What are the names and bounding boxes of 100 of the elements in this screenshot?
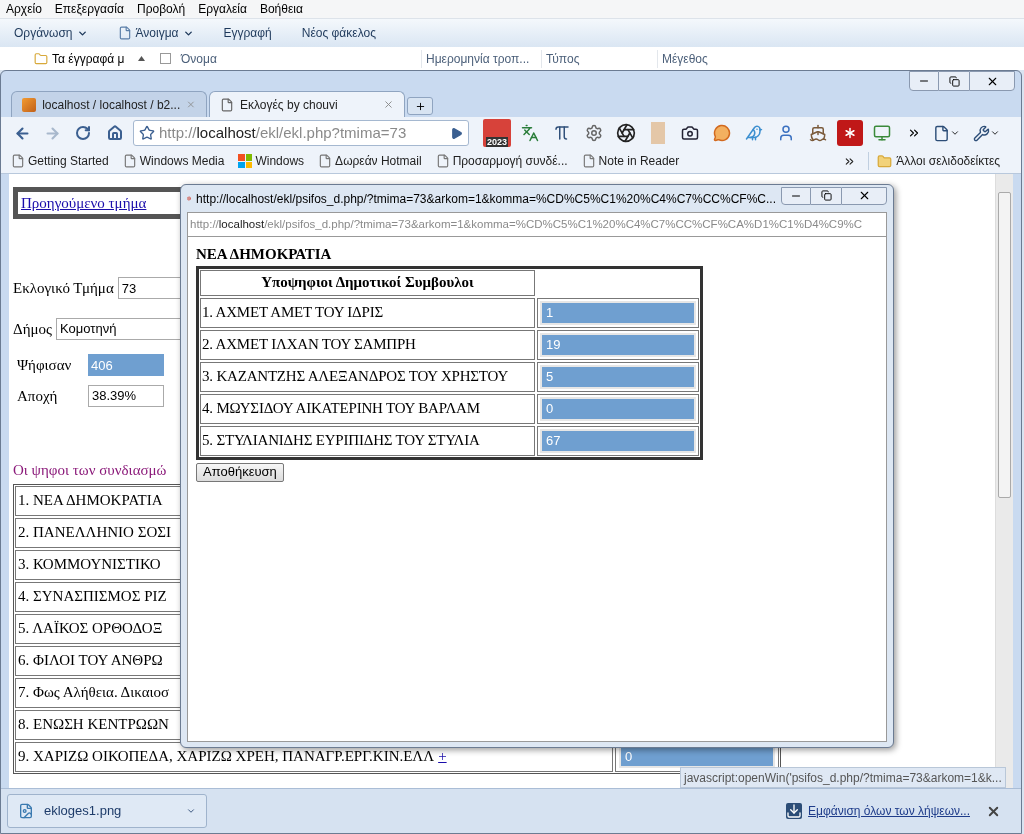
camera-glyph-icon bbox=[681, 124, 699, 142]
plus-icon bbox=[414, 100, 426, 112]
field-label: Δήμος bbox=[13, 319, 52, 339]
minimize-button[interactable] bbox=[781, 186, 811, 205]
go-icon[interactable] bbox=[450, 126, 463, 140]
page-icon bbox=[318, 154, 333, 168]
url-text: http://localhost/ekl/ekl.php?tmima=73 bbox=[159, 122, 408, 143]
folder-icon bbox=[34, 51, 48, 66]
party-name: 2. ΠΑΝΕΛΛΗΝΙΟ ΣΟΣΙ bbox=[18, 523, 171, 543]
asterisk-button[interactable] bbox=[837, 120, 863, 146]
page-icon bbox=[435, 154, 450, 168]
restore-icon bbox=[948, 75, 960, 87]
windows-logo-icon bbox=[238, 154, 253, 168]
page-icon bbox=[581, 154, 596, 168]
column-header[interactable]: Όνομα bbox=[181, 49, 421, 68]
url-text: http://localhost/ekl/psifos_d.php/?tmima=73&arkom=1&komma=%CD%C5%C1%20%C4%C7%CC%CF%CA%D1%C1%D4%C9%C bbox=[190, 216, 863, 232]
menu-item[interactable]: Επεξεργασία bbox=[54, 0, 124, 18]
party-heading: ΝΕΑ ΔΗΜΟΚΡΑΤΙΑ bbox=[196, 245, 333, 264]
close-button[interactable] bbox=[969, 71, 1015, 91]
close-button[interactable] bbox=[841, 186, 887, 205]
calendar-extension-icon[interactable]: 2023 bbox=[483, 119, 511, 147]
column-header[interactable]: Τύπος bbox=[541, 49, 657, 68]
aperture-glyph-icon bbox=[616, 123, 636, 143]
field-label: Ψήφισαν bbox=[17, 356, 73, 375]
reload-icon bbox=[75, 125, 91, 141]
toolbar-button[interactable]: Εγγραφή bbox=[223, 24, 272, 42]
candidate-name: 5. ΣΤΥΛΙΑΝΙΔΗΣ ΕΥΡΙΠΙΔΗΣ ΤΟΥ ΣΤΥΛΙΑ bbox=[200, 425, 535, 456]
page-icon bbox=[933, 124, 950, 142]
notepad-icon bbox=[117, 26, 132, 40]
maximize-button[interactable] bbox=[811, 186, 841, 205]
monitor-glyph-icon bbox=[873, 124, 891, 142]
menu-item[interactable]: Αρχείο bbox=[6, 0, 42, 18]
restore-icon bbox=[820, 190, 832, 201]
menu-item[interactable]: Εργαλεία bbox=[198, 0, 247, 18]
minimize-button[interactable] bbox=[909, 71, 939, 91]
scrollbar-thumb[interactable] bbox=[998, 192, 1011, 498]
bird-glyph-icon bbox=[745, 124, 763, 142]
window-title: http://localhost/ekl/psifos_d.php/?tmima=73&arkom=1&komma=%CD%C5%C1%20%C4%C7%CC%CF%C... bbox=[196, 190, 776, 208]
table-header: Υποψηφιοι Δημοτικοί Συμβουλοι bbox=[200, 269, 535, 296]
menu-item[interactable]: Βοήθεια bbox=[259, 0, 303, 18]
tab-title: localhost / localhost / b2... bbox=[42, 96, 181, 114]
close-tab-icon[interactable] bbox=[383, 99, 394, 110]
party-name: 4. ΣΥΝΑΣΠΙΣΜΟΣ ΡΙΖ bbox=[18, 587, 167, 607]
pi-glyph-icon bbox=[553, 124, 571, 142]
toolbar-button[interactable]: Νέος φάκελος bbox=[301, 24, 376, 42]
home-icon bbox=[107, 125, 123, 141]
toolbar-button[interactable]: Άνοιγμα bbox=[117, 24, 194, 42]
maximize-button[interactable] bbox=[939, 71, 969, 91]
download-icon bbox=[786, 803, 803, 819]
folder-icon bbox=[877, 153, 893, 169]
bookmark-strip-glyph-icon bbox=[651, 122, 665, 144]
party-name: 8. ΕΝΩΣΗ ΚΕΝΤΡΩΩΝ bbox=[18, 715, 169, 735]
more-chevron-glyph-icon bbox=[907, 126, 921, 140]
bookmark[interactable]: Windows bbox=[238, 152, 305, 170]
add-link[interactable]: + bbox=[438, 745, 447, 768]
column-header[interactable]: Μέγεθος bbox=[657, 49, 737, 68]
sort-up-icon bbox=[138, 56, 145, 61]
toolbar-button[interactable]: Οργάνωση bbox=[14, 24, 88, 42]
other-bookmarks[interactable]: Άλλοι σελιδοδείκτες bbox=[868, 152, 1001, 170]
star-icon[interactable] bbox=[139, 125, 155, 141]
page-icon bbox=[122, 154, 137, 168]
gear-glyph-icon bbox=[585, 124, 603, 142]
figure-glyph-icon bbox=[777, 124, 795, 142]
party-name: 3. ΚΟΜΜΟΥΝΙΣΤΙΚΟ bbox=[18, 555, 161, 575]
column-header[interactable]: Ημερομηνία τροπ... bbox=[421, 49, 541, 68]
address-bar[interactable]: http://localhost/ekl/ekl.php?tmima=73 bbox=[133, 120, 469, 146]
show-all-downloads-link[interactable]: Εμφάνιση όλων των λήψεων... bbox=[808, 802, 970, 820]
party-name: 9. ΧΑΡΙΖΩ ΟΙΚΟΠΕΔΑ, ΧΑΡΙΖΩ ΧΡΕΗ, ΠΑΝΑΓΡ.ΕΡΓ.ΚΙΝ.ΕΛΛ bbox=[18, 747, 435, 767]
sailboat-logo-icon bbox=[22, 97, 37, 112]
translate-glyph-icon bbox=[521, 124, 539, 142]
bookmark[interactable]: Δωρεάν Hotmail bbox=[318, 152, 422, 170]
checkbox-icon bbox=[160, 53, 171, 64]
menu-item[interactable]: Προβολή bbox=[136, 0, 186, 18]
page-icon bbox=[11, 154, 25, 168]
input-field[interactable]: 38.39% bbox=[88, 384, 164, 407]
candidate-name: 4. ΜΩΥΣΙΔΟΥ ΑΙΚΑΤΕΡΙΝΗ ΤΟΥ ΒΑΡΛΑΜ bbox=[200, 393, 535, 424]
bookmark[interactable]: Windows Media bbox=[122, 152, 225, 170]
new-tab-button[interactable] bbox=[407, 97, 433, 115]
status-tooltip: javascript:openWin('psifos_d.php/?tmima=73&arkom=1&k... bbox=[680, 767, 1006, 788]
party-name: 7. Φως Αλήθεια. Δικαιοσ bbox=[18, 683, 170, 703]
caret-icon bbox=[990, 128, 1000, 138]
party-name: 6. ΦΙΛΟΙ ΤΟΥ ΑΝΘΡΩ bbox=[18, 651, 163, 671]
sidebar-item[interactable]: Τα έγγραφά μ bbox=[52, 49, 138, 68]
caret-icon bbox=[950, 128, 960, 138]
browser-tab[interactable]: localhost / localhost / b2... bbox=[11, 91, 207, 117]
bookmark[interactable]: Getting Started bbox=[11, 152, 109, 170]
candidate-name: 3. ΚΑΖΑΝΤΖΗΣ ΑΛΕΞΑΝΔΡΟΣ ΤΟΥ ΧΡΗΣΤΟΥ bbox=[200, 361, 535, 392]
bookmark[interactable]: Προσαρμογή συνδέ... bbox=[435, 152, 568, 170]
candidate-name: 2. ΑΧΜΕΤ ΙΛΧΑΝ ΤΟΥ ΣΑΜΠΡΗ bbox=[200, 329, 535, 360]
caret-icon bbox=[186, 806, 196, 816]
bookmark[interactable]: Note in Reader bbox=[581, 152, 680, 170]
save-button[interactable]: Αποθήκευση bbox=[196, 462, 284, 482]
page-icon bbox=[220, 97, 234, 112]
ship-glyph-icon bbox=[809, 124, 827, 142]
image-file-icon bbox=[18, 803, 34, 819]
party-name: 5. ΛΑΪΚΟΣ ΟΡΘΟΔΟΞ bbox=[18, 619, 163, 639]
field-label: Αποχή bbox=[17, 386, 59, 406]
download-item[interactable]: ekloges1.png bbox=[7, 794, 207, 828]
candidate-name: 1. ΑΧΜΕΤ ΑΜΕΤ ΤΟΥ ΙΔΡΙΣ bbox=[200, 297, 535, 328]
browser-tab[interactable]: Εκλογές by chouvi bbox=[209, 91, 405, 117]
